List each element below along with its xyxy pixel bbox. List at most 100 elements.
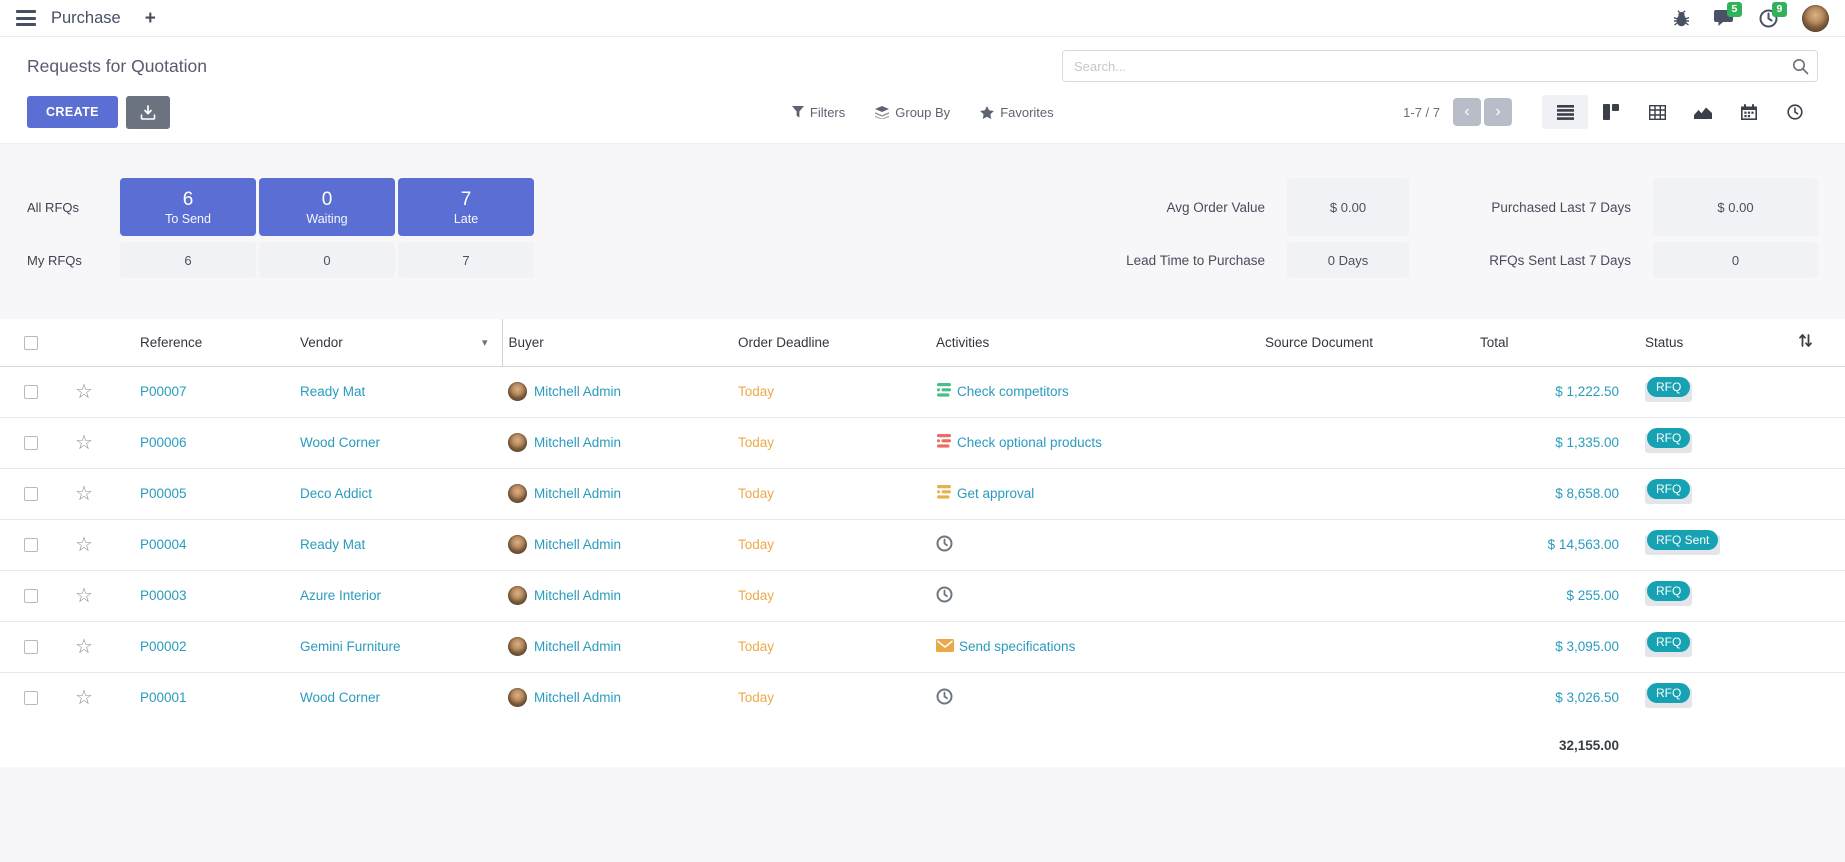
favorite-star-icon[interactable]: ☆ — [56, 433, 112, 453]
apps-menu-icon[interactable] — [16, 10, 36, 26]
row-checkbox[interactable] — [24, 589, 38, 603]
activity-cell[interactable] — [930, 586, 1240, 606]
favorite-star-icon[interactable]: ☆ — [56, 382, 112, 402]
vendor-link[interactable]: Deco Addict — [300, 486, 372, 501]
source-document-header[interactable]: Source Document — [1240, 319, 1480, 366]
app-name[interactable]: Purchase — [51, 9, 121, 28]
select-all-checkbox[interactable] — [24, 336, 38, 350]
vendor-link[interactable]: Ready Mat — [300, 384, 365, 399]
vendor-header[interactable]: Vendor▾ — [290, 319, 502, 366]
row-checkbox[interactable] — [24, 691, 38, 705]
activity-cell[interactable]: Check competitors — [930, 383, 1240, 400]
pivot-view-icon — [1649, 105, 1666, 120]
table-row[interactable]: ☆ P00001 Wood Corner Mitchell Admin Toda… — [0, 672, 1845, 723]
reference-link[interactable]: P00005 — [140, 486, 187, 501]
activity-cell[interactable]: Send specifications — [930, 639, 1240, 655]
row-checkbox[interactable] — [24, 436, 38, 450]
table-row[interactable]: ☆ P00004 Ready Mat Mitchell Admin Today … — [0, 519, 1845, 570]
favorite-star-icon[interactable]: ☆ — [56, 637, 112, 657]
reference-link[interactable]: P00004 — [140, 537, 187, 552]
table-row[interactable]: ☆ P00005 Deco Addict Mitchell Admin Toda… — [0, 468, 1845, 519]
total-header[interactable]: Total — [1480, 319, 1625, 366]
waiting-tile[interactable]: 0 Waiting — [259, 178, 395, 236]
row-checkbox[interactable] — [24, 640, 38, 654]
lead-time-to-purchase-tile[interactable]: 0 Days — [1287, 242, 1409, 278]
activities-header[interactable]: Activities — [930, 319, 1240, 366]
favorite-star-icon[interactable]: ☆ — [56, 586, 112, 606]
buyer-header[interactable]: Buyer — [502, 319, 730, 366]
buyer-link[interactable]: Mitchell Admin — [534, 690, 621, 705]
graph-view-button[interactable] — [1680, 95, 1726, 129]
reference-link[interactable]: P00001 — [140, 690, 187, 705]
vendor-link[interactable]: Wood Corner — [300, 435, 380, 450]
to-send-tile[interactable]: 6 To Send — [120, 178, 256, 236]
vendor-link[interactable]: Gemini Furniture — [300, 639, 401, 654]
activity-label[interactable]: Check optional products — [957, 435, 1102, 450]
activity-label[interactable]: Get approval — [957, 486, 1034, 501]
favorite-star-icon[interactable]: ☆ — [56, 535, 112, 555]
export-button[interactable] — [126, 96, 170, 129]
my-rfqs-label[interactable]: My RFQs — [27, 242, 117, 278]
buyer-link[interactable]: Mitchell Admin — [534, 588, 621, 603]
calendar-view-button[interactable] — [1726, 95, 1772, 129]
table-row[interactable]: ☆ P00002 Gemini Furniture Mitchell Admin… — [0, 621, 1845, 672]
reference-link[interactable]: P00003 — [140, 588, 187, 603]
my-to-send-tile[interactable]: 6 — [120, 242, 256, 278]
favorite-star-icon[interactable]: ☆ — [56, 484, 112, 504]
pager-previous-button[interactable]: ‹ — [1453, 98, 1481, 126]
messages-icon[interactable]: 5 — [1714, 9, 1735, 28]
pager-next-button[interactable]: › — [1484, 98, 1512, 126]
search-input[interactable] — [1063, 51, 1817, 81]
debug-bug-icon[interactable] — [1673, 10, 1690, 27]
purchased-last-7-days-tile[interactable]: $ 0.00 — [1653, 178, 1818, 236]
buyer-link[interactable]: Mitchell Admin — [534, 435, 621, 450]
my-waiting-tile[interactable]: 0 — [259, 242, 395, 278]
buyer-link[interactable]: Mitchell Admin — [534, 639, 621, 654]
create-button[interactable]: CREATE — [27, 96, 118, 128]
activity-label[interactable]: Send specifications — [959, 639, 1075, 654]
buyer-link[interactable]: Mitchell Admin — [534, 537, 621, 552]
table-row[interactable]: ☆ P00006 Wood Corner Mitchell Admin Toda… — [0, 417, 1845, 468]
reference-link[interactable]: P00006 — [140, 435, 187, 450]
list-view-button[interactable] — [1542, 95, 1588, 129]
buyer-link[interactable]: Mitchell Admin — [534, 486, 621, 501]
optional-columns-button[interactable] — [1765, 319, 1845, 366]
search-icon[interactable] — [1792, 58, 1809, 80]
activity-cell[interactable] — [930, 535, 1240, 555]
reference-header[interactable]: Reference — [112, 319, 290, 366]
favorites-button[interactable]: Favorites — [980, 105, 1053, 120]
buyer-link[interactable]: Mitchell Admin — [534, 384, 621, 399]
rfqs-sent-last-7-days-tile[interactable]: 0 — [1653, 242, 1818, 278]
vendor-link[interactable]: Azure Interior — [300, 588, 381, 603]
kanban-view-button[interactable] — [1588, 95, 1634, 129]
order-deadline-header[interactable]: Order Deadline — [730, 319, 930, 366]
vendor-link[interactable]: Wood Corner — [300, 690, 380, 705]
row-checkbox[interactable] — [24, 385, 38, 399]
activity-cell[interactable]: Get approval — [930, 485, 1240, 502]
favorite-star-icon[interactable]: ☆ — [56, 688, 112, 708]
my-late-tile[interactable]: 7 — [398, 242, 534, 278]
row-checkbox[interactable] — [24, 487, 38, 501]
user-avatar[interactable] — [1802, 5, 1829, 32]
group-by-button[interactable]: Group By — [875, 105, 950, 120]
filters-button[interactable]: Filters — [792, 105, 845, 120]
activity-cell[interactable]: Check optional products — [930, 434, 1240, 451]
download-icon — [140, 105, 156, 120]
reference-link[interactable]: P00007 — [140, 384, 187, 399]
vendor-link[interactable]: Ready Mat — [300, 537, 365, 552]
activity-cell[interactable] — [930, 688, 1240, 708]
late-tile[interactable]: 7 Late — [398, 178, 534, 236]
new-tab-button[interactable]: + — [145, 9, 156, 28]
reference-link[interactable]: P00002 — [140, 639, 187, 654]
activity-label[interactable]: Check competitors — [957, 384, 1069, 399]
table-row[interactable]: ☆ P00007 Ready Mat Mitchell Admin Today … — [0, 366, 1845, 417]
row-checkbox[interactable] — [24, 538, 38, 552]
pivot-view-button[interactable] — [1634, 95, 1680, 129]
status-header[interactable]: Status — [1625, 319, 1765, 366]
activities-clock-icon[interactable]: 9 — [1759, 9, 1778, 28]
avg-order-value-tile[interactable]: $ 0.00 — [1287, 178, 1409, 236]
activity-view-button[interactable] — [1772, 95, 1818, 129]
all-rfqs-label[interactable]: All RFQs — [27, 178, 117, 236]
status-badge: RFQ Sent — [1645, 535, 1720, 555]
table-row[interactable]: ☆ P00003 Azure Interior Mitchell Admin T… — [0, 570, 1845, 621]
